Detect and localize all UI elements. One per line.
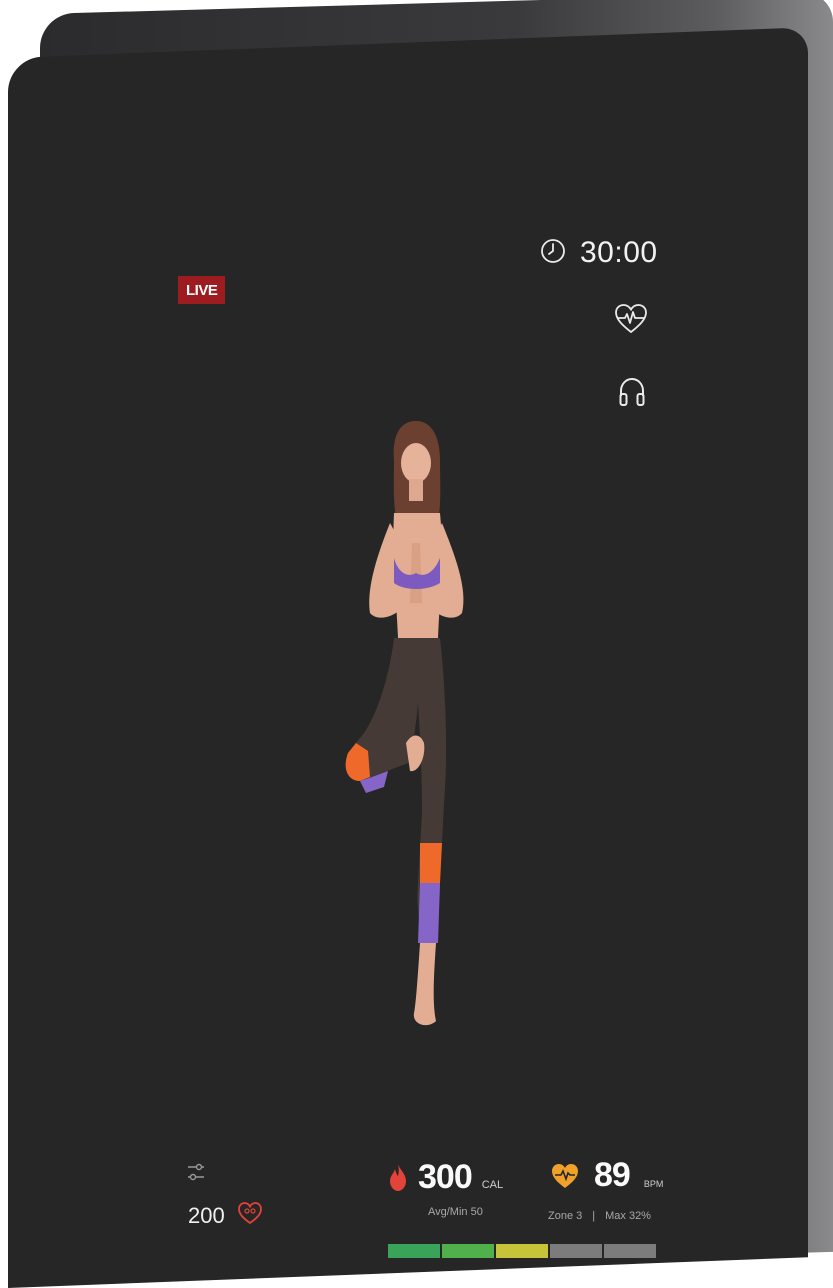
zone-separator: |	[592, 1210, 596, 1222]
heart-zone-bar	[388, 1244, 656, 1258]
heart-rate-value: 89	[594, 1156, 630, 1194]
timer-value: 30:00	[580, 236, 658, 269]
avg-per-min: Avg/Min 50	[428, 1206, 483, 1218]
live-badge: LIVE	[178, 276, 226, 304]
heart-zone-icon	[550, 1162, 580, 1195]
goal-value: 200	[188, 1202, 225, 1228]
headphones-icon[interactable]	[618, 376, 646, 413]
heart-rate-stat: 89 BPM	[550, 1156, 663, 1195]
zone-info: Zone 3 | Max 32%	[548, 1210, 651, 1222]
heart-rate-icon[interactable]	[614, 303, 648, 340]
calories-stat: 300 CAL	[388, 1158, 503, 1197]
zone-segment	[496, 1244, 548, 1258]
instructor-figure	[345, 421, 464, 1026]
zone-label: Zone 3	[548, 1210, 583, 1222]
max-label: Max 32%	[605, 1210, 651, 1222]
settings-sliders-icon[interactable]	[186, 1160, 206, 1191]
zone-segment	[604, 1244, 656, 1258]
clock-icon	[540, 238, 566, 269]
zone-segment	[442, 1244, 494, 1258]
zone-segment	[388, 1244, 440, 1258]
heart-rate-unit: BPM	[643, 1179, 664, 1189]
zone-segment	[550, 1244, 602, 1258]
heart-goal-icon	[237, 1201, 263, 1230]
goal-stat: 200	[188, 1201, 263, 1230]
mirror-screen: LIVE 30:00 200 300 CAL Avg/Min 50 89 BPM…	[8, 27, 808, 1288]
calories-value: 300	[418, 1158, 472, 1196]
flame-icon	[388, 1162, 408, 1197]
calories-unit: CAL	[481, 1179, 504, 1191]
workout-timer: 30:00	[540, 236, 658, 270]
